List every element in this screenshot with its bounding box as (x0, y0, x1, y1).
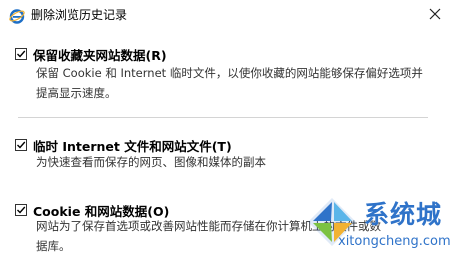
keep-favorites-description: 保留 Cookie 和 Internet 临时文件，以使你收藏的网站能够保存偏好… (36, 63, 423, 103)
close-icon[interactable] (424, 3, 446, 25)
checkmark-icon (17, 206, 26, 214)
title-bar: 删除浏览历史记录 (0, 0, 450, 30)
keep-favorites-checkbox[interactable] (15, 48, 27, 60)
temp-files-description: 为快速查看而保存的网页、图像和媒体的副本 (36, 152, 266, 172)
window-title: 删除浏览历史记录 (31, 8, 128, 22)
checkmark-icon (17, 50, 26, 58)
watermark: 系统城 xitongcheng.com (298, 193, 450, 255)
ie-icon (9, 9, 25, 24)
checkmark-icon (17, 141, 26, 149)
temp-files-checkbox[interactable] (15, 139, 27, 151)
description-line: 为快速查看而保存的网页、图像和媒体的副本 (36, 155, 266, 169)
watermark-brand: 系统城 (364, 200, 443, 229)
description-line: 提高显示速度。 (36, 86, 117, 100)
divider (18, 117, 428, 118)
cookies-checkbox[interactable] (15, 204, 27, 216)
keep-favorites-label[interactable]: 保留收藏夹网站数据(R) (33, 45, 167, 64)
description-line: 保留 Cookie 和 Internet 临时文件，以使你收藏的网站能够保存偏好… (36, 66, 423, 80)
watermark-url: xitongcheng.com (338, 234, 450, 249)
